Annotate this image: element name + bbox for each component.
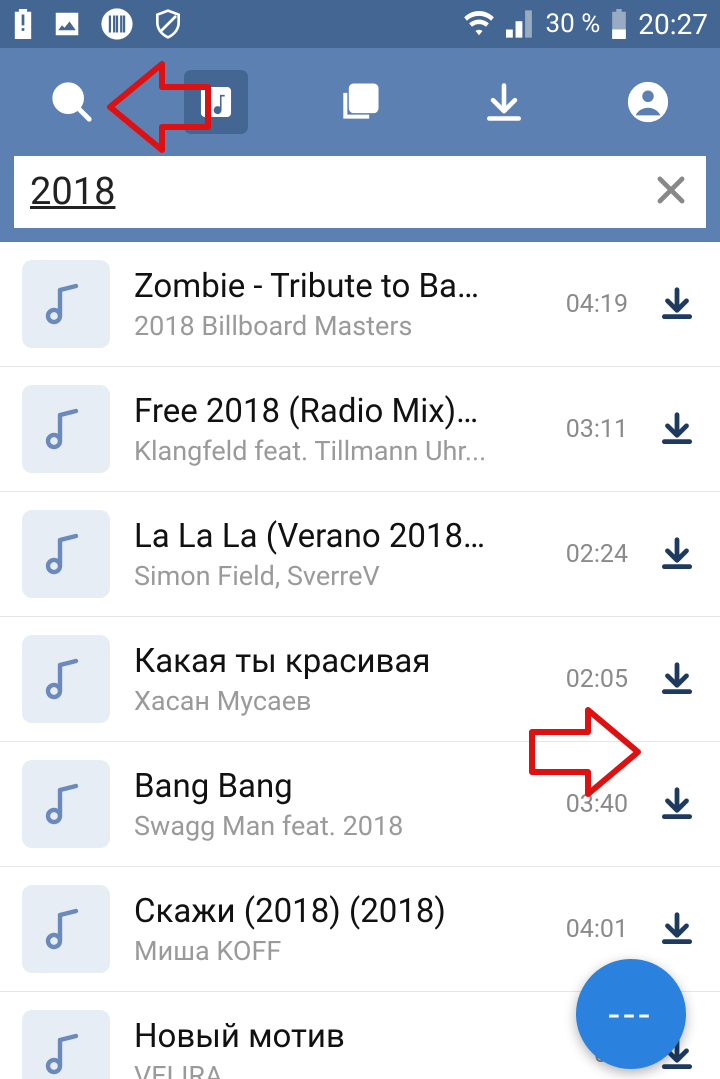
track-artist: Хасан Мусаев: [134, 685, 520, 717]
nav-search[interactable]: [32, 62, 112, 142]
track-thumb: [22, 510, 110, 598]
nav-profile[interactable]: [608, 62, 688, 142]
fab-label: ---: [608, 991, 653, 1038]
signal-icon: [506, 10, 536, 38]
nav-bar: [0, 48, 720, 156]
search-container: 2018: [0, 156, 720, 242]
search-query-text: 2018: [30, 170, 652, 214]
download-button[interactable]: [652, 779, 702, 829]
battery-percent: 30 %: [546, 9, 601, 39]
track-title: Bang Bang: [134, 767, 520, 806]
nav-single-track[interactable]: [176, 62, 256, 142]
download-button[interactable]: [652, 529, 702, 579]
track-meta: Какая ты красивая Хасан Мусаев: [134, 642, 526, 717]
track-title: Какая ты красивая: [134, 642, 520, 681]
battery-icon: [610, 9, 628, 39]
track-row[interactable]: Zombie - Tribute to Ba… 2018 Billboard Ma…: [0, 242, 720, 367]
clear-icon[interactable]: [652, 171, 690, 213]
track-thumb: [22, 635, 110, 723]
track-duration: 02:05: [550, 665, 628, 694]
barcode-icon: [100, 7, 134, 41]
track-artist: VELIRA: [134, 1060, 520, 1079]
track-meta: La La La (Verano 2018… Simon Field, Sverr…: [134, 517, 526, 592]
fab-more[interactable]: ---: [576, 959, 686, 1069]
track-row[interactable]: La La La (Verano 2018… Simon Field, Sverr…: [0, 492, 720, 617]
track-title: Скажи (2018) (2018): [134, 892, 520, 931]
track-artist: Миша KOFF: [134, 935, 520, 967]
status-bar: 30 % 20:27: [0, 0, 720, 48]
track-meta: Скажи (2018) (2018) Миша KOFF: [134, 892, 526, 967]
track-thumb: [22, 260, 110, 348]
track-title: La La La (Verano 2018…: [134, 517, 520, 556]
battery-alert-icon: [12, 9, 34, 39]
image-icon: [52, 9, 82, 39]
track-artist: Klangfeld feat. Tillmann Uhr...: [134, 435, 520, 467]
track-meta: Bang Bang Swagg Man feat. 2018: [134, 767, 526, 842]
track-title: Новый мотив: [134, 1017, 520, 1056]
track-thumb: [22, 885, 110, 973]
track-artist: Swagg Man feat. 2018: [134, 810, 520, 842]
track-meta: Zombie - Tribute to Ba… 2018 Billboard Ma…: [134, 267, 526, 342]
nav-downloads[interactable]: [464, 62, 544, 142]
track-meta: Free 2018 (Radio Mix)… Klangfeld feat. Ti…: [134, 392, 526, 467]
download-button[interactable]: [652, 404, 702, 454]
track-list: Zombie - Tribute to Ba… 2018 Billboard Ma…: [0, 242, 720, 1079]
track-row[interactable]: Free 2018 (Radio Mix)… Klangfeld feat. Ti…: [0, 367, 720, 492]
search-input[interactable]: 2018: [14, 156, 706, 228]
download-button[interactable]: [652, 279, 702, 329]
track-title: Zombie - Tribute to Ba…: [134, 267, 520, 306]
track-duration: 03:11: [550, 415, 628, 444]
nav-library[interactable]: [320, 62, 400, 142]
track-artist: 2018 Billboard Masters: [134, 310, 520, 342]
track-title: Free 2018 (Radio Mix)…: [134, 392, 520, 431]
track-duration: 03:40: [550, 790, 628, 819]
clock: 20:27: [638, 8, 708, 41]
track-thumb: [22, 1010, 110, 1079]
wifi-icon: [462, 10, 496, 38]
download-button[interactable]: [652, 654, 702, 704]
track-thumb: [22, 760, 110, 848]
track-duration: 04:01: [550, 915, 628, 944]
shield-icon: [152, 8, 184, 40]
track-duration: 02:24: [550, 540, 628, 569]
track-meta: Новый мотив VELIRA: [134, 1017, 526, 1079]
track-duration: 04:19: [550, 290, 628, 319]
download-button[interactable]: [652, 904, 702, 954]
track-row[interactable]: Bang Bang Swagg Man feat. 2018 03:40: [0, 742, 720, 867]
track-thumb: [22, 385, 110, 473]
track-artist: Simon Field, SverreV: [134, 560, 520, 592]
track-row[interactable]: Какая ты красивая Хасан Мусаев 02:05: [0, 617, 720, 742]
